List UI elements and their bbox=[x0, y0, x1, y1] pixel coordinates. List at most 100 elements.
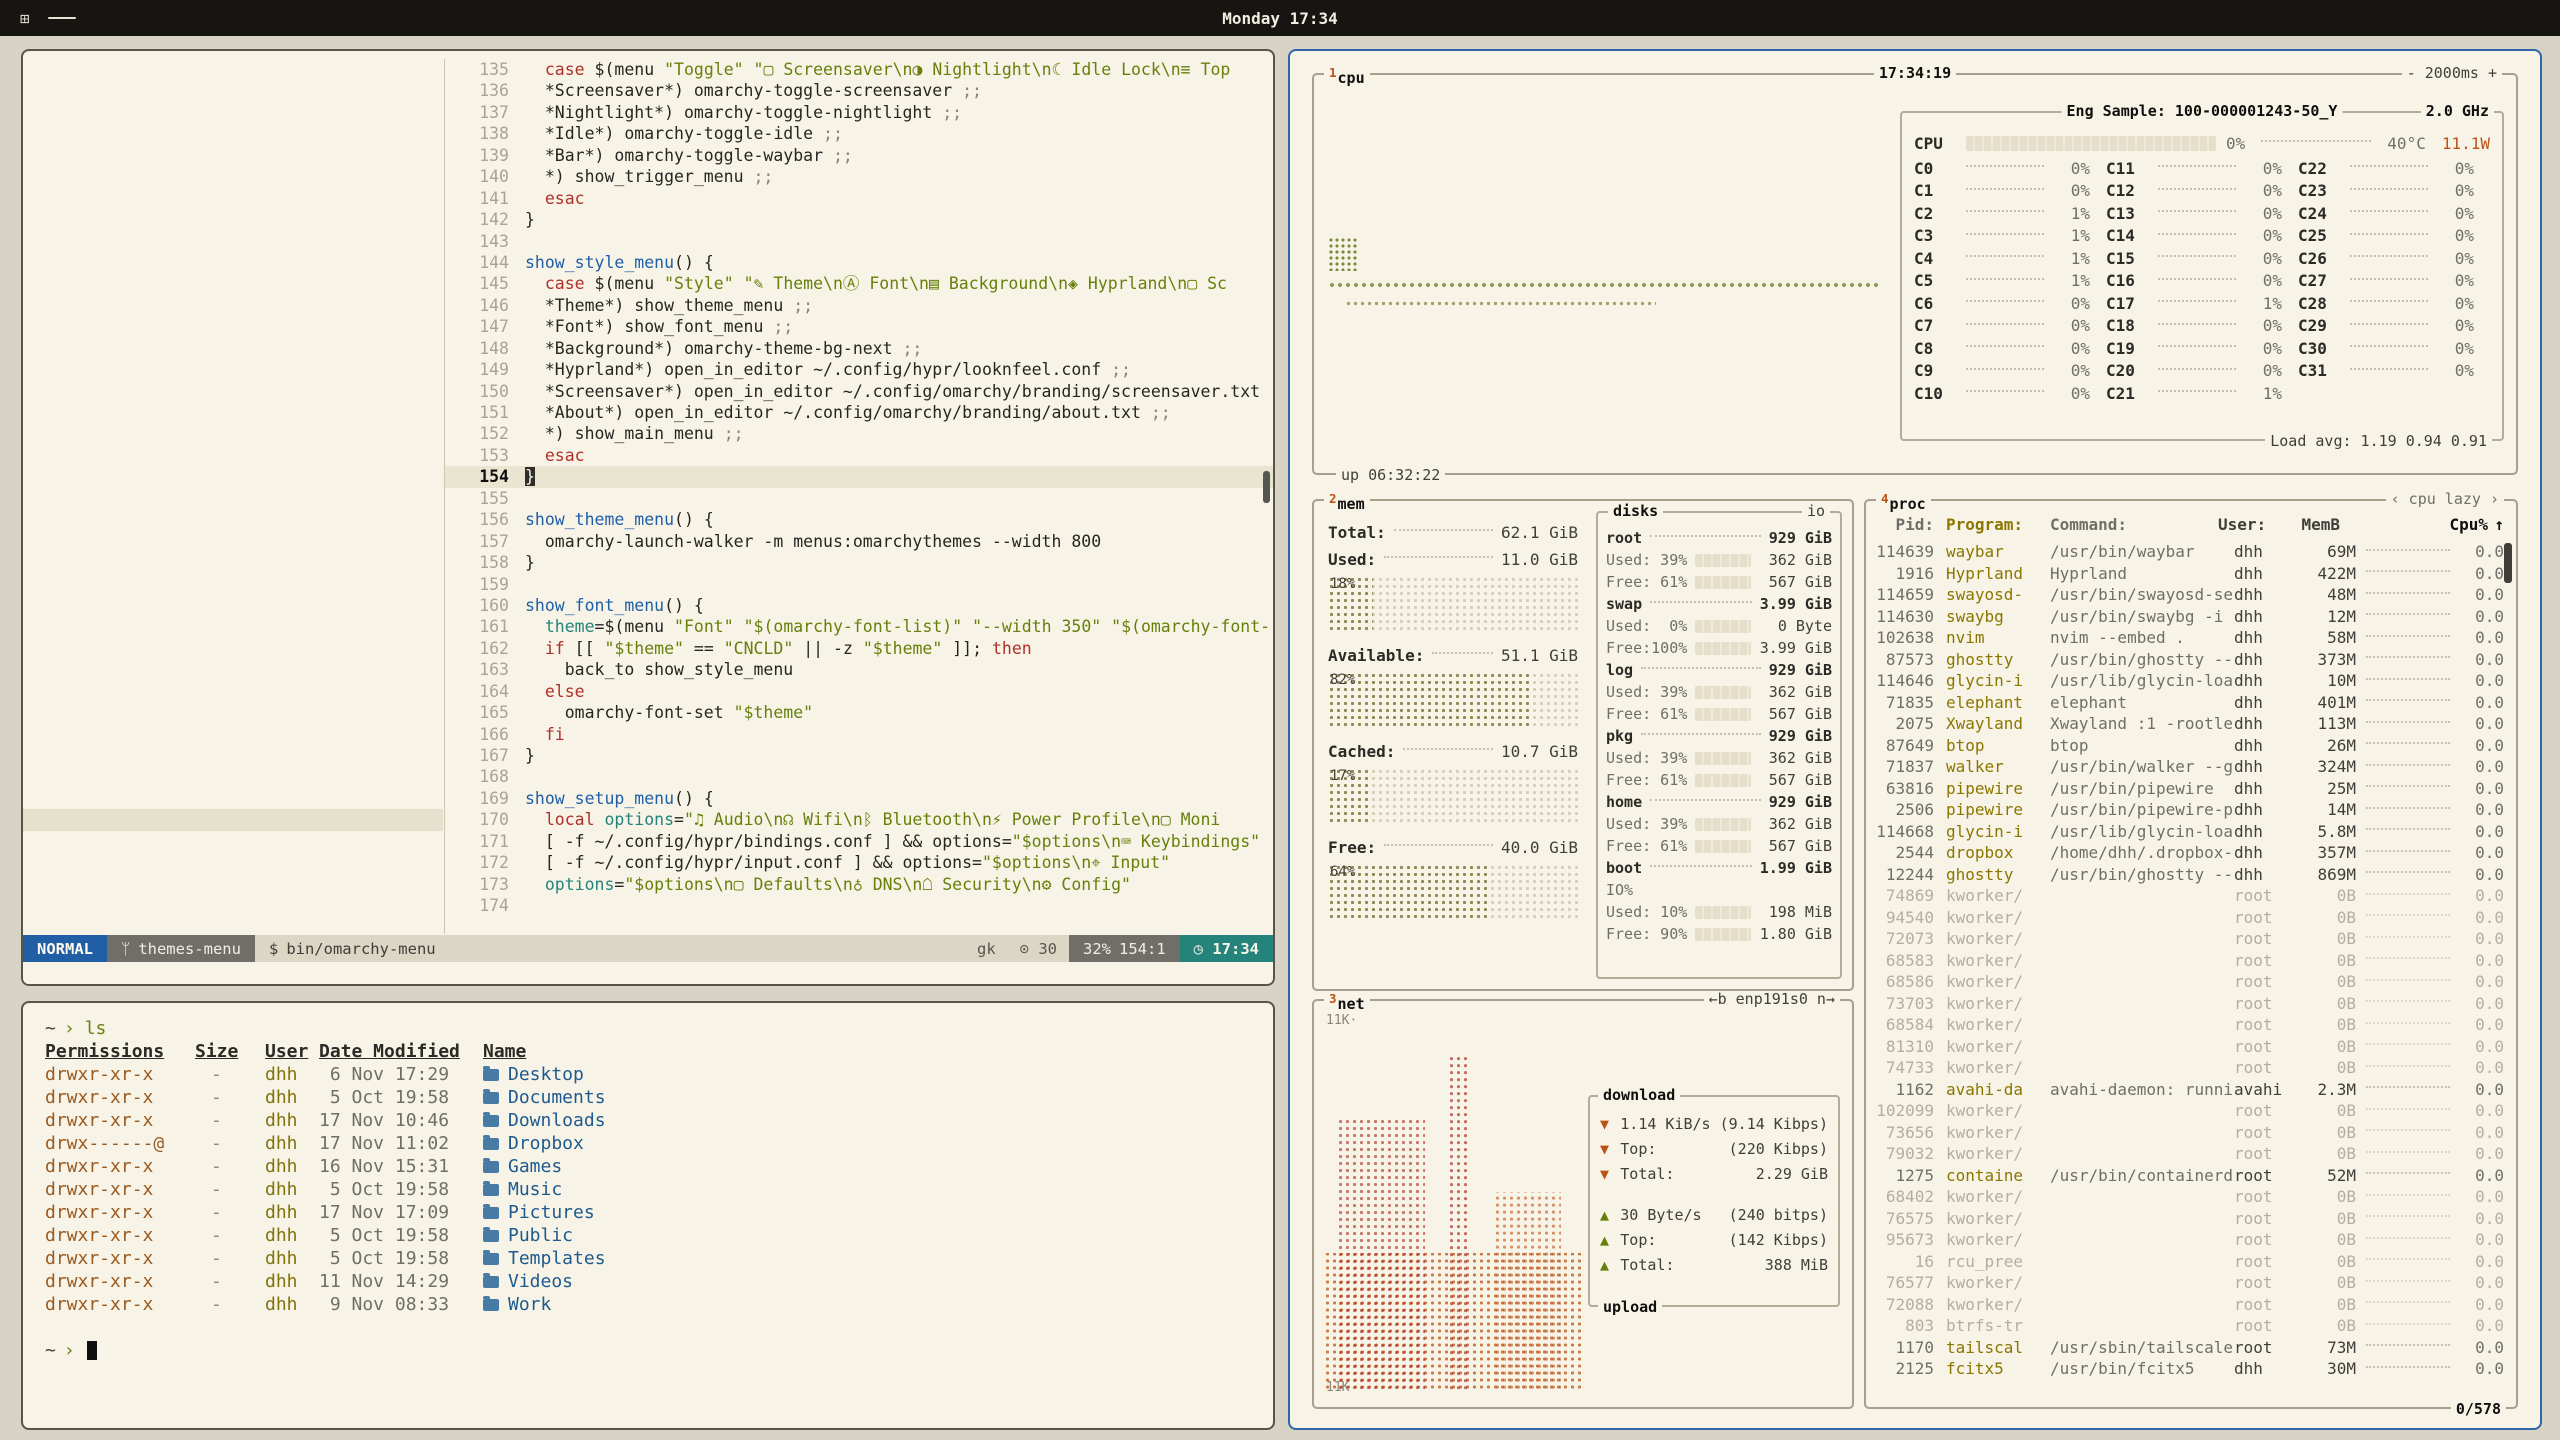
process-row[interactable]: 63816 pipewire /usr/bin/pipewire dhh 25M… bbox=[1874, 778, 2504, 800]
file-item[interactable]: *omarchy-install-tailscale bbox=[23, 509, 443, 530]
process-row[interactable]: 2125 fcitx5 /usr/bin/fcitx5 dhh 30M 0.0 bbox=[1874, 1358, 2504, 1380]
file-item[interactable]: *omarchy-launch-or-focus-webapp bbox=[23, 681, 443, 702]
sort-selector[interactable]: ‹ cpu lazy › bbox=[2386, 492, 2504, 506]
file-item[interactable]: *omarchy-pkg-add bbox=[23, 895, 443, 916]
code-line[interactable]: 138 *Idle*) omarchy-toggle-idle ;; bbox=[445, 123, 1273, 144]
file-item[interactable]: *omarchy-drive-info bbox=[23, 188, 443, 209]
file-item[interactable]: *omarchy-drive-set-password bbox=[23, 231, 443, 252]
code-line[interactable]: 161 theme=$(menu "Font" "$(omarchy-font-… bbox=[445, 616, 1273, 637]
network-interface[interactable]: ←b enp191s0 n→ bbox=[1704, 992, 1840, 1006]
disks-label[interactable]: disks bbox=[1608, 504, 1663, 518]
process-row[interactable]: 2075 Xwayland Xwayland :1 -rootless - dh… bbox=[1874, 713, 2504, 735]
code-line[interactable]: 136 *Screensaver*) omarchy-toggle-screen… bbox=[445, 80, 1273, 101]
code-line[interactable]: 144show_style_menu() { bbox=[445, 252, 1273, 273]
refresh-interval-control[interactable]: - 2000ms + bbox=[2402, 66, 2502, 80]
code-line[interactable]: 137 *Nightlight*) omarchy-toggle-nightli… bbox=[445, 102, 1273, 123]
process-row[interactable]: 12244 ghostty /usr/bin/ghostty --gtk- dh… bbox=[1874, 864, 2504, 886]
code-line[interactable]: 166 fi bbox=[445, 724, 1273, 745]
code-line[interactable]: 142} bbox=[445, 209, 1273, 230]
process-row[interactable]: 1162 avahi-da avahi-daemon: running [ av… bbox=[1874, 1079, 2504, 1101]
code-line[interactable]: 167} bbox=[445, 745, 1273, 766]
process-row[interactable]: 76575 kworker/ root 0B 0.0 bbox=[1874, 1208, 2504, 1230]
process-row[interactable]: 68586 kworker/ root 0B 0.0 bbox=[1874, 971, 2504, 993]
process-row[interactable]: 94540 kworker/ root 0B 0.0 bbox=[1874, 907, 2504, 929]
file-item[interactable]: *omarchy-drive-select bbox=[23, 209, 443, 230]
code-line[interactable]: 151 *About*) open_in_editor ~/.config/om… bbox=[445, 402, 1273, 423]
file-item[interactable]: *omarchy-hyprland-workspace-toggle bbox=[23, 381, 443, 402]
process-row[interactable]: 71835 elephant elephant dhh 401M 0.0 bbox=[1874, 692, 2504, 714]
process-row[interactable]: 1275 containe /usr/bin/containerd root 5… bbox=[1874, 1165, 2504, 1187]
process-row[interactable]: 76577 kworker/ root 0B 0.0 bbox=[1874, 1272, 2504, 1294]
mem-box-label[interactable]: 2mem bbox=[1324, 492, 1370, 511]
code-line[interactable]: 150 *Screensaver*) open_in_editor ~/.con… bbox=[445, 381, 1273, 402]
process-row[interactable]: 68583 kworker/ root 0B 0.0 bbox=[1874, 950, 2504, 972]
code-line[interactable]: 143 bbox=[445, 231, 1273, 252]
process-row[interactable]: 1916 Hyprland Hyprland dhh 422M 0.0 bbox=[1874, 563, 2504, 585]
code-line[interactable]: 170 local options="♫ Audio\n☊ Wifi\nᛒ Bl… bbox=[445, 809, 1273, 830]
process-row[interactable]: 72073 kworker/ root 0B 0.0 bbox=[1874, 928, 2504, 950]
process-row[interactable]: 87649 btop btop dhh 26M 0.0 bbox=[1874, 735, 2504, 757]
file-item[interactable]: *omarchy-font-list bbox=[23, 273, 443, 294]
code-line[interactable]: 152 *) show_main_menu ;; bbox=[445, 423, 1273, 444]
process-row[interactable]: 114639 waybar /usr/bin/waybar dhh 69M 0.… bbox=[1874, 541, 2504, 563]
file-item[interactable]: *omarchy-launch-editor bbox=[23, 616, 443, 637]
command-line[interactable] bbox=[23, 962, 1273, 984]
file-item[interactable]: *omarchy-launch-walker bbox=[23, 724, 443, 745]
file-item[interactable]: *omarchy-launch-screensaver bbox=[23, 702, 443, 723]
process-row[interactable]: 114659 swayosd- /usr/bin/swayosd-server … bbox=[1874, 584, 2504, 606]
file-item[interactable]: *omarchy-install-dev-env bbox=[23, 423, 443, 444]
code-line[interactable]: 154} bbox=[445, 466, 1273, 487]
process-row[interactable]: 102638 nvim nvim --embed . dhh 58M 0.0 bbox=[1874, 627, 2504, 649]
process-row[interactable]: 803 btrfs-tr root 0B 0.0 bbox=[1874, 1315, 2504, 1337]
file-item[interactable]: *omarchy-hook bbox=[23, 316, 443, 337]
code-line[interactable]: 160show_font_menu() { bbox=[445, 595, 1273, 616]
file-item[interactable]: *omarchy-lock-screen bbox=[23, 788, 443, 809]
code-line[interactable]: 164 else bbox=[445, 681, 1273, 702]
shell-prompt[interactable]: ~› bbox=[45, 1339, 1257, 1362]
code-line[interactable]: 149 *Hyprland*) open_in_editor ~/.config… bbox=[445, 359, 1273, 380]
code-line[interactable]: 135 case $(menu "Toggle" "▢ Screensaver\… bbox=[445, 59, 1273, 80]
file-item[interactable]: *omarchy-launch-browser bbox=[23, 595, 443, 616]
process-row[interactable]: 73656 kworker/ root 0B 0.0 bbox=[1874, 1122, 2504, 1144]
file-item[interactable]: *omarchy-install-dropbox bbox=[23, 466, 443, 487]
process-row[interactable]: 74869 kworker/ root 0B 0.0 bbox=[1874, 885, 2504, 907]
file-item[interactable]: *omarchy-install-docker-dbs bbox=[23, 445, 443, 466]
code-line[interactable]: 169show_setup_menu() { bbox=[445, 788, 1273, 809]
code-line[interactable]: 165 omarchy-font-set "$theme" bbox=[445, 702, 1273, 723]
code-line[interactable]: 162 if [[ "$theme" == "CNCLD" || -z "$th… bbox=[445, 638, 1273, 659]
file-item[interactable]: *omarchy-font-current bbox=[23, 252, 443, 273]
file-item[interactable]: *omarchy-menu-keybindings bbox=[23, 831, 443, 852]
process-row[interactable]: 79032 kworker/ root 0B 0.0 bbox=[1874, 1143, 2504, 1165]
file-item[interactable]: *omarchy-cmd-share bbox=[23, 102, 443, 123]
proc-box-label[interactable]: 4proc bbox=[1876, 492, 1931, 511]
process-row[interactable]: 95673 kworker/ root 0B 0.0 bbox=[1874, 1229, 2504, 1251]
process-row[interactable]: 87573 ghostty /usr/bin/ghostty --gtk- dh… bbox=[1874, 649, 2504, 671]
process-row[interactable]: 68584 kworker/ root 0B 0.0 bbox=[1874, 1014, 2504, 1036]
process-row[interactable]: 2544 dropbox /home/dhh/.dropbox-dist dhh… bbox=[1874, 842, 2504, 864]
code-line[interactable]: 147 *Font*) show_font_menu ;; bbox=[445, 316, 1273, 337]
code-line[interactable]: 146 *Theme*) show_theme_menu ;; bbox=[445, 295, 1273, 316]
process-row[interactable]: 74733 kworker/ root 0B 0.0 bbox=[1874, 1057, 2504, 1079]
file-item[interactable]: *omarchy-debug bbox=[23, 145, 443, 166]
process-row[interactable]: 114630 swaybg /usr/bin/swaybg -i /hom dh… bbox=[1874, 606, 2504, 628]
file-item[interactable]: *omarchy-cmd-screenshot bbox=[23, 80, 443, 101]
process-scrollbar-thumb[interactable] bbox=[2504, 543, 2512, 583]
code-line[interactable]: 156show_theme_menu() { bbox=[445, 509, 1273, 530]
sort-direction-icon[interactable]: ↑ bbox=[2488, 515, 2504, 534]
code-line[interactable]: 148 *Background*) omarchy-theme-bg-next … bbox=[445, 338, 1273, 359]
process-row[interactable]: 114668 glycin-i /usr/lib/glycin-loaders … bbox=[1874, 821, 2504, 843]
process-row[interactable]: 71837 walker /usr/bin/walker --gappl dhh… bbox=[1874, 756, 2504, 778]
process-row[interactable]: 114646 glycin-i /usr/lib/glycin-loaders … bbox=[1874, 670, 2504, 692]
code-line[interactable]: 157 omarchy-launch-walker -m menus:omarc… bbox=[445, 531, 1273, 552]
code-line[interactable]: 145 case $(menu "Style" "✎ Theme\nⒶ Font… bbox=[445, 273, 1273, 294]
file-item[interactable]: *omarchy-install-chromium-google-a bbox=[23, 402, 443, 423]
code-line[interactable]: 173 options="$options\n▢ Defaults\n♁ DNS… bbox=[445, 874, 1273, 895]
process-row[interactable]: 16 rcu_pree root 0B 0.0 bbox=[1874, 1251, 2504, 1273]
process-row[interactable]: 102099 kworker/ root 0B 0.0 bbox=[1874, 1100, 2504, 1122]
process-row[interactable]: 81310 kworker/ root 0B 0.0 bbox=[1874, 1036, 2504, 1058]
code-line[interactable]: 168 bbox=[445, 766, 1273, 787]
file-item[interactable]: *omarchy-font-set bbox=[23, 295, 443, 316]
file-item[interactable]: *omarchy-install-terminal bbox=[23, 531, 443, 552]
cpu-box-label[interactable]: 1cpu bbox=[1324, 66, 1370, 85]
code-line[interactable]: 172 [ -f ~/.config/hypr/input.conf ] && … bbox=[445, 852, 1273, 873]
